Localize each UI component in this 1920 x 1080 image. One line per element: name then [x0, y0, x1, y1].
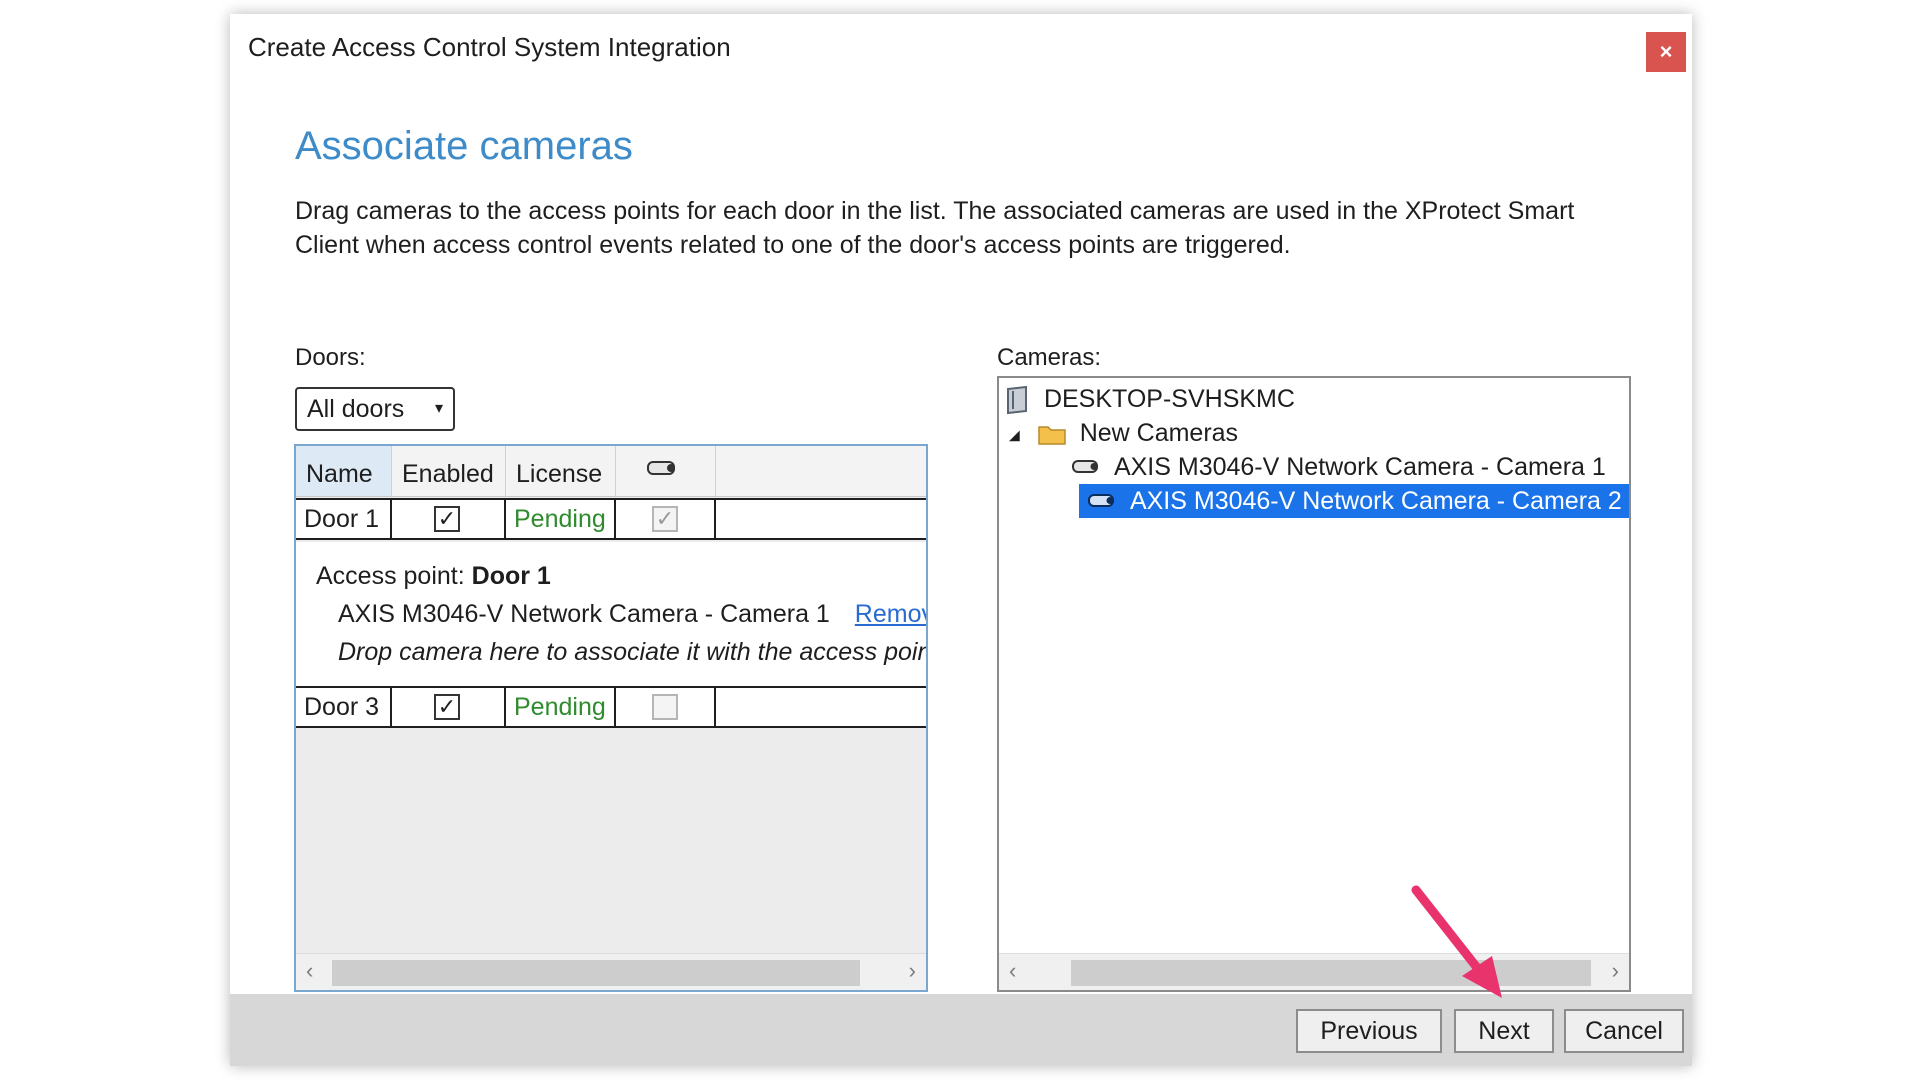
table-row[interactable]: Door 3 ✓ Pending — [296, 686, 926, 728]
scrollbar-thumb[interactable] — [332, 960, 860, 986]
remove-link[interactable]: Remov — [855, 600, 926, 628]
door-name: Door 3 — [296, 688, 392, 726]
camera-item-selected[interactable]: AXIS M3046-V Network Camera - Camera 2 — [1079, 484, 1629, 518]
associated-camera-line: AXIS M3046-V Network Camera - Camera 1 R… — [338, 600, 926, 629]
enabled-cell: ✓ — [392, 688, 506, 726]
dialog-footer: Previous Next Cancel — [230, 994, 1692, 1066]
camera-item[interactable]: AXIS M3046-V Network Camera - Camera 1 — [1071, 450, 1606, 484]
doors-grid: Name Enabled License Door 1 ✓ Pending ✓ — [294, 444, 928, 992]
tree-node-group[interactable]: ◢ New Cameras — [1009, 416, 1238, 450]
dialog-title: Create Access Control System Integration — [248, 32, 731, 62]
door-name: Door 1 — [296, 500, 392, 538]
camera-item-label: AXIS M3046-V Network Camera - Camera 1 — [1113, 453, 1606, 481]
camera-cell — [616, 688, 716, 726]
drop-hint[interactable]: Drop camera here to associate it with th… — [338, 638, 926, 667]
column-header-camera[interactable] — [616, 446, 716, 496]
column-header-license[interactable]: License — [506, 446, 616, 496]
cameras-label: Cameras: — [997, 344, 1102, 371]
column-header-enabled[interactable]: Enabled — [392, 446, 506, 496]
page-heading: Associate cameras — [295, 124, 633, 168]
grid-header: Name Enabled License — [296, 446, 926, 497]
close-button[interactable]: × — [1646, 32, 1686, 72]
camera-item-label: AXIS M3046-V Network Camera - Camera 2 — [1129, 487, 1622, 515]
enabled-checkbox[interactable]: ✓ — [434, 506, 460, 532]
scroll-right-icon[interactable]: › — [909, 958, 916, 984]
camera-checkbox[interactable] — [652, 694, 678, 720]
next-button[interactable]: Next — [1454, 1009, 1554, 1053]
license-status: Pending — [506, 688, 616, 726]
page-description: Drag cameras to the access points for ea… — [295, 197, 1575, 259]
doors-horizontal-scrollbar[interactable]: ‹ › — [296, 953, 926, 990]
previous-button[interactable]: Previous — [1296, 1009, 1442, 1053]
access-point-name: Door 1 — [471, 562, 551, 590]
doors-label: Doors: — [295, 344, 366, 371]
cancel-button[interactable]: Cancel — [1564, 1009, 1684, 1053]
access-point-detail: Access point: Door 1 AXIS M3046-V Networ… — [296, 542, 926, 686]
camera-checkbox[interactable]: ✓ — [652, 506, 678, 532]
expand-triangle-icon[interactable]: ◢ — [1009, 426, 1020, 442]
access-point-label: Access point: — [316, 562, 465, 590]
camera-icon — [647, 461, 675, 475]
server-label: DESKTOP-SVHSKMC — [1043, 385, 1295, 413]
scroll-left-icon[interactable]: ‹ — [1009, 958, 1016, 984]
folder-icon — [1037, 426, 1066, 446]
doors-filter-select[interactable]: All doors ▾ — [295, 387, 455, 431]
enabled-cell: ✓ — [392, 500, 506, 538]
column-header-name[interactable]: Name — [296, 446, 392, 496]
license-status: Pending — [506, 500, 616, 538]
access-point-line: Access point: Door 1 — [316, 562, 551, 591]
camera-icon — [1072, 460, 1098, 474]
server-icon — [1007, 386, 1027, 415]
scroll-left-icon[interactable]: ‹ — [306, 958, 313, 984]
associated-camera: AXIS M3046-V Network Camera - Camera 1 — [338, 600, 830, 628]
cameras-tree: DESKTOP-SVHSKMC ◢ New Cameras AXIS M3046… — [997, 376, 1631, 992]
doors-filter-value: All doors — [307, 395, 405, 423]
tree-node-server[interactable]: DESKTOP-SVHSKMC — [1005, 382, 1295, 416]
dialog-window: Create Access Control System Integration… — [230, 14, 1692, 1066]
chevron-down-icon: ▾ — [434, 400, 443, 417]
enabled-checkbox[interactable]: ✓ — [434, 694, 460, 720]
scroll-right-icon[interactable]: › — [1612, 958, 1619, 984]
camera-cell: ✓ — [616, 500, 716, 538]
group-label: New Cameras — [1079, 419, 1239, 447]
cameras-horizontal-scrollbar[interactable]: ‹ › — [999, 953, 1629, 990]
table-row[interactable]: Door 1 ✓ Pending ✓ — [296, 498, 926, 540]
scrollbar-thumb[interactable] — [1071, 960, 1591, 986]
camera-icon — [1088, 494, 1114, 508]
